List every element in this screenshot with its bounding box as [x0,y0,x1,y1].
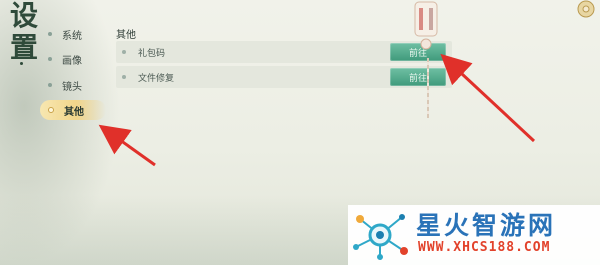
arrow-to-goto-button [440,53,536,143]
arrow-to-other [98,124,156,167]
watermark-brand: 星火智游网 [416,211,557,240]
watermark-logo-icon [353,214,408,260]
watermark-url: WWW.XHCS188.COM [418,240,551,255]
